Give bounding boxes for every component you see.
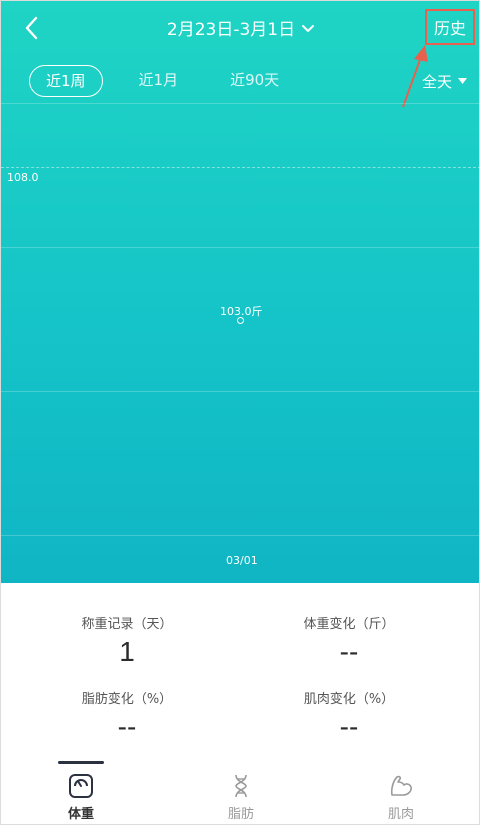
day-filter-label: 全天 [421,73,452,91]
stat-value: -- [117,711,137,742]
stat-value: -- [339,711,359,742]
stat-label: 肌肉变化（%） [303,692,395,707]
x-tick-label: 03/01 [226,554,258,567]
date-range-selector[interactable]: 2月23日-3月1日 [1,15,479,40]
grid-line [1,391,479,392]
nav-item-weight[interactable]: 体重 [1,761,161,824]
grid-line [1,247,479,248]
grid-line [1,535,479,536]
day-filter-dropdown[interactable]: 全天 [422,71,467,92]
stat-label: 体重变化（斤） [303,617,395,632]
stat-fat-change: 脂肪变化（%） -- [7,688,247,743]
grid-line [1,103,479,104]
triangle-down-icon [458,78,467,84]
nav-item-fat[interactable]: 脂肪 [161,761,321,824]
chevron-down-icon [302,24,315,32]
app-root: 2月23日-3月1日 历史 近1周 近1月 近90天 全天 108.0 103.… [0,0,480,825]
dna-icon [235,774,247,798]
stat-weigh-records: 称重记录（天） 1 [7,613,247,668]
stats-panel: 称重记录（天） 1 体重变化（斤） -- 脂肪变化（%） -- 肌肉变化（%） … [1,583,479,761]
stat-label: 脂肪变化（%） [81,692,173,707]
bottom-nav: 体重 脂肪 肌肉 [1,761,479,824]
date-range-label: 2月23日-3月1日 [166,20,296,40]
stat-muscle-change: 肌肉变化（%） -- [229,688,469,743]
nav-item-muscle[interactable]: 肌肉 [321,761,479,824]
tab-1-month[interactable]: 近1月 [123,65,195,97]
y-reference-label: 108.0 [7,171,39,184]
nav-label: 体重 [67,807,94,822]
scale-icon [69,774,93,798]
stat-value: 1 [119,636,135,667]
muscle-icon [390,775,412,796]
stat-weight-change: 体重变化（斤） -- [229,613,469,668]
tab-90-days[interactable]: 近90天 [214,65,295,97]
weight-chart: 108.0 103.0斤 03/01 [1,101,479,583]
data-point[interactable] [237,317,244,324]
stat-value: -- [339,636,359,667]
history-label: 历史 [433,19,466,38]
header-chart-area: 2月23日-3月1日 历史 近1周 近1月 近90天 全天 108.0 103.… [1,1,479,583]
tab-1-week[interactable]: 近1周 [29,65,103,97]
range-tabs: 近1周 近1月 近90天 [29,65,295,97]
active-tab-indicator [58,761,104,764]
history-button[interactable]: 历史 [425,9,475,45]
reference-line [1,167,479,168]
nav-label: 肌肉 [387,807,414,822]
stat-label: 称重记录（天） [81,617,173,632]
nav-label: 脂肪 [227,807,254,822]
